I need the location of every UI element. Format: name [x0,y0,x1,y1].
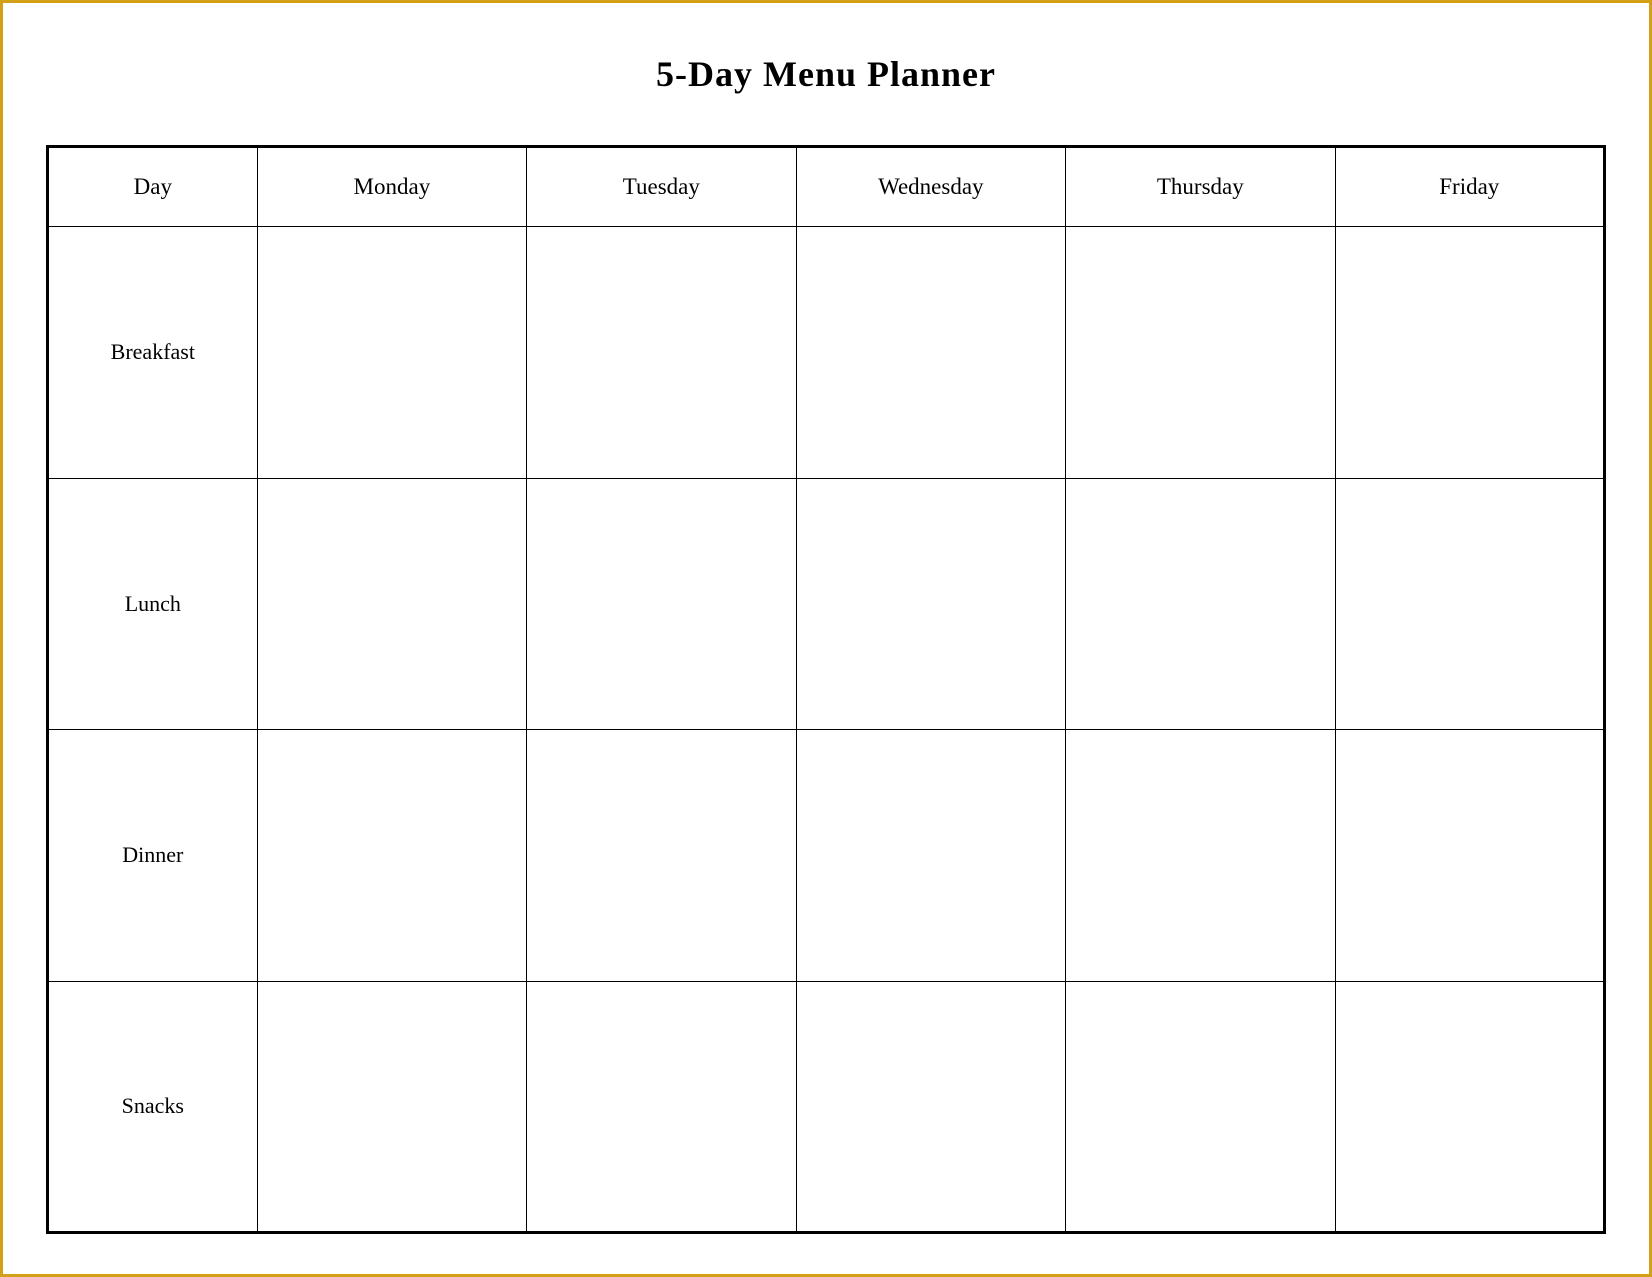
dinner-wednesday[interactable] [796,730,1066,982]
breakfast-label: Breakfast [48,227,258,479]
lunch-wednesday[interactable] [796,478,1066,730]
dinner-thursday[interactable] [1066,730,1335,982]
header-tuesday: Tuesday [527,147,796,227]
header-day: Day [48,147,258,227]
header-monday: Monday [257,147,526,227]
breakfast-tuesday[interactable] [527,227,796,479]
dinner-friday[interactable] [1335,730,1604,982]
snacks-thursday[interactable] [1066,981,1335,1233]
breakfast-wednesday[interactable] [796,227,1066,479]
snacks-monday[interactable] [257,981,526,1233]
table-row: Snacks [48,981,1605,1233]
lunch-monday[interactable] [257,478,526,730]
page-title: 5-Day Menu Planner [656,53,996,95]
lunch-tuesday[interactable] [527,478,796,730]
dinner-tuesday[interactable] [527,730,796,982]
breakfast-monday[interactable] [257,227,526,479]
snacks-tuesday[interactable] [527,981,796,1233]
table-row: Dinner [48,730,1605,982]
snacks-label: Snacks [48,981,258,1233]
lunch-label: Lunch [48,478,258,730]
planner-table: Day Monday Tuesday Wednesday Thursday Fr… [46,145,1606,1234]
header-wednesday: Wednesday [796,147,1066,227]
table-row: Breakfast [48,227,1605,479]
lunch-thursday[interactable] [1066,478,1335,730]
table-row: Lunch [48,478,1605,730]
dinner-monday[interactable] [257,730,526,982]
lunch-friday[interactable] [1335,478,1604,730]
dinner-label: Dinner [48,730,258,982]
snacks-friday[interactable] [1335,981,1604,1233]
snacks-wednesday[interactable] [796,981,1066,1233]
breakfast-friday[interactable] [1335,227,1604,479]
header-row: Day Monday Tuesday Wednesday Thursday Fr… [48,147,1605,227]
planner-table-wrapper: Day Monday Tuesday Wednesday Thursday Fr… [46,145,1606,1234]
header-thursday: Thursday [1066,147,1335,227]
breakfast-thursday[interactable] [1066,227,1335,479]
header-friday: Friday [1335,147,1604,227]
